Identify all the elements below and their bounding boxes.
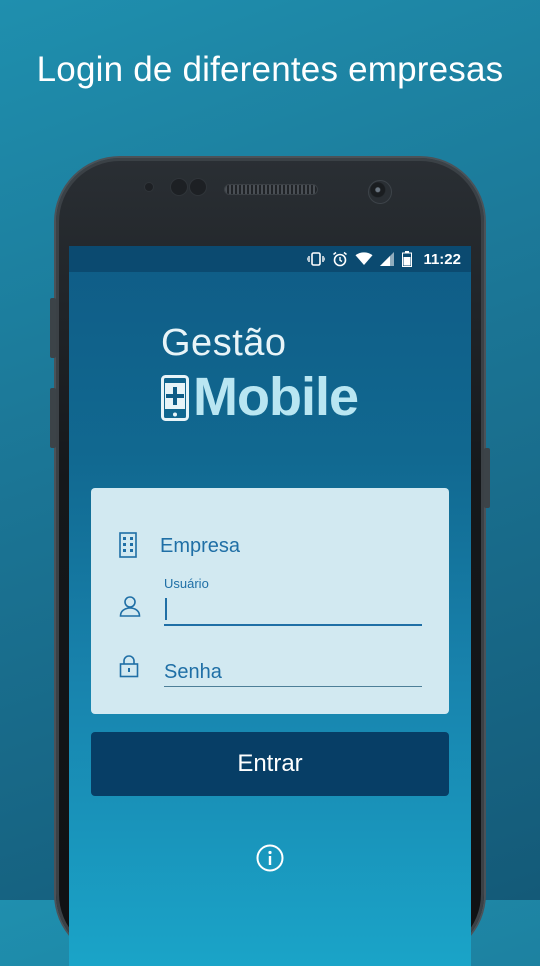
user-icon bbox=[119, 595, 141, 622]
status-time: 11:22 bbox=[423, 250, 461, 268]
volume-up-button bbox=[50, 298, 56, 358]
lock-icon bbox=[119, 654, 139, 683]
wifi-icon bbox=[355, 252, 373, 266]
power-button bbox=[484, 448, 490, 508]
info-icon[interactable] bbox=[256, 844, 284, 872]
front-sensor-right bbox=[189, 178, 207, 196]
empresa-selector[interactable]: Empresa bbox=[160, 535, 240, 558]
alarm-icon bbox=[332, 251, 348, 267]
usuario-label: Usuário bbox=[164, 576, 209, 591]
proximity-sensor bbox=[144, 182, 154, 192]
status-bar: 11:22 bbox=[69, 246, 471, 272]
logo-line1: Gestão bbox=[161, 322, 287, 364]
front-sensor-left bbox=[170, 178, 188, 196]
text-caret bbox=[165, 598, 167, 620]
entrar-button[interactable]: Entrar bbox=[91, 732, 449, 796]
senha-input[interactable] bbox=[164, 658, 422, 687]
building-icon bbox=[119, 532, 137, 563]
login-card: Empresa Usuário bbox=[91, 488, 449, 714]
battery-icon bbox=[402, 251, 413, 267]
phone-plus-icon bbox=[161, 375, 189, 426]
phone-frame: 11:22 Gestão Mobile Empresa Usuário Entr… bbox=[50, 158, 490, 966]
usuario-input[interactable] bbox=[164, 594, 422, 626]
earpiece-speaker bbox=[224, 184, 318, 195]
signal-icon bbox=[380, 252, 395, 266]
app-screen: 11:22 Gestão Mobile Empresa Usuário Entr… bbox=[69, 246, 471, 966]
gestao-mobile-logo: Gestão Mobile bbox=[159, 322, 399, 427]
vibrate-icon bbox=[307, 252, 326, 266]
headline: Login de diferentes empresas bbox=[36, 50, 504, 89]
logo-line2: Mobile bbox=[193, 367, 359, 427]
front-camera bbox=[368, 180, 392, 204]
volume-down-button bbox=[50, 388, 56, 448]
